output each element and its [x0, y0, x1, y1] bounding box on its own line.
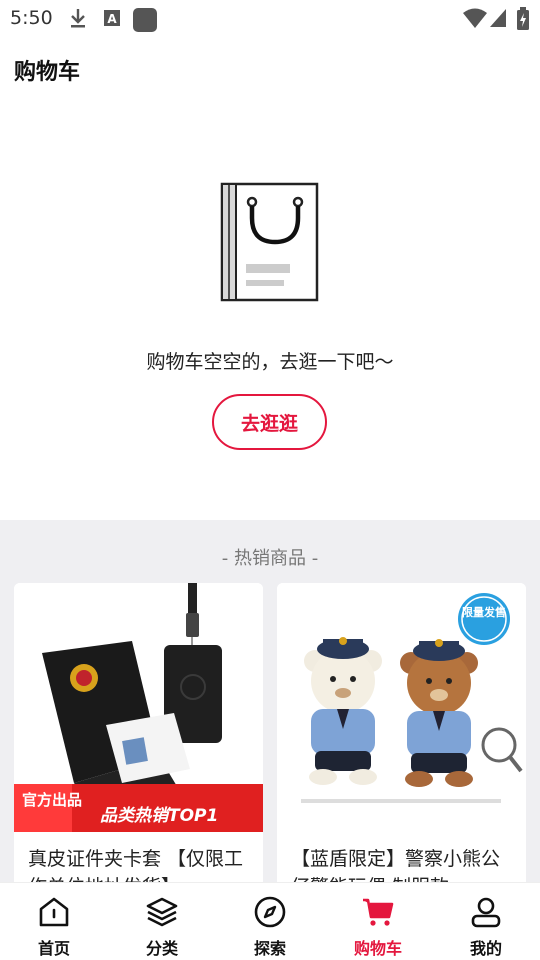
bottom-nav: 首页 分类 探索 购物车 我的 [0, 882, 540, 960]
go-shopping-button[interactable]: 去逛逛 [212, 394, 327, 450]
product-card[interactable]: 官方出品 品类热销TOP1 真皮证件夹卡套 【仅限工作单位地址发货】 [14, 583, 263, 903]
nav-label-category: 分类 [145, 939, 178, 958]
wifi-icon [463, 8, 487, 28]
page-title: 购物车 [14, 60, 81, 85]
svg-text:A: A [107, 12, 117, 26]
nav-label-cart: 购物车 [353, 939, 402, 958]
badge-top1: 品类热销TOP1 [100, 806, 218, 826]
hot-products-section: - 热销商品 - 官方出品 品类热销TOP1 真皮证件夹卡套 【仅限工作单位地址… [0, 520, 540, 903]
user-icon [471, 897, 501, 928]
font-a-icon: A [104, 10, 120, 26]
home-icon [39, 897, 69, 927]
nav-item-mine[interactable]: 我的 [432, 883, 540, 960]
product-image-id-holder: 官方出品 品类热销TOP1 [14, 583, 263, 832]
layers-icon [146, 897, 178, 927]
compass-icon [254, 896, 286, 928]
download-icon [71, 9, 85, 28]
nav-item-cart[interactable]: 购物车 [324, 883, 432, 960]
nav-item-explore[interactable]: 探索 [216, 883, 324, 960]
status-bar: 5:50 A [0, 0, 540, 38]
shopping-bag-icon [220, 182, 319, 302]
nav-item-home[interactable]: 首页 [0, 883, 108, 960]
nav-label-explore: 探索 [253, 939, 286, 958]
product-card[interactable]: 限量发售 【蓝盾限定】警察小熊公 [277, 583, 526, 903]
limited-badge: 限量发售 [462, 605, 506, 619]
signal-icon [490, 9, 506, 27]
badge-official: 官方出品 [22, 791, 82, 809]
product-image-police-bears: 限量发售 [277, 583, 526, 832]
cart-icon [363, 898, 394, 926]
battery-charging-icon [517, 7, 529, 30]
nav-label-mine: 我的 [469, 939, 502, 958]
status-time: 5:50 [10, 7, 53, 29]
app-square-icon [133, 8, 157, 32]
nav-label-home: 首页 [37, 939, 70, 958]
nav-item-category[interactable]: 分类 [108, 883, 216, 960]
empty-cart-message: 购物车空空的，去逛一下吧～ [146, 351, 394, 373]
hot-products-title: - 热销商品 - [221, 548, 319, 569]
